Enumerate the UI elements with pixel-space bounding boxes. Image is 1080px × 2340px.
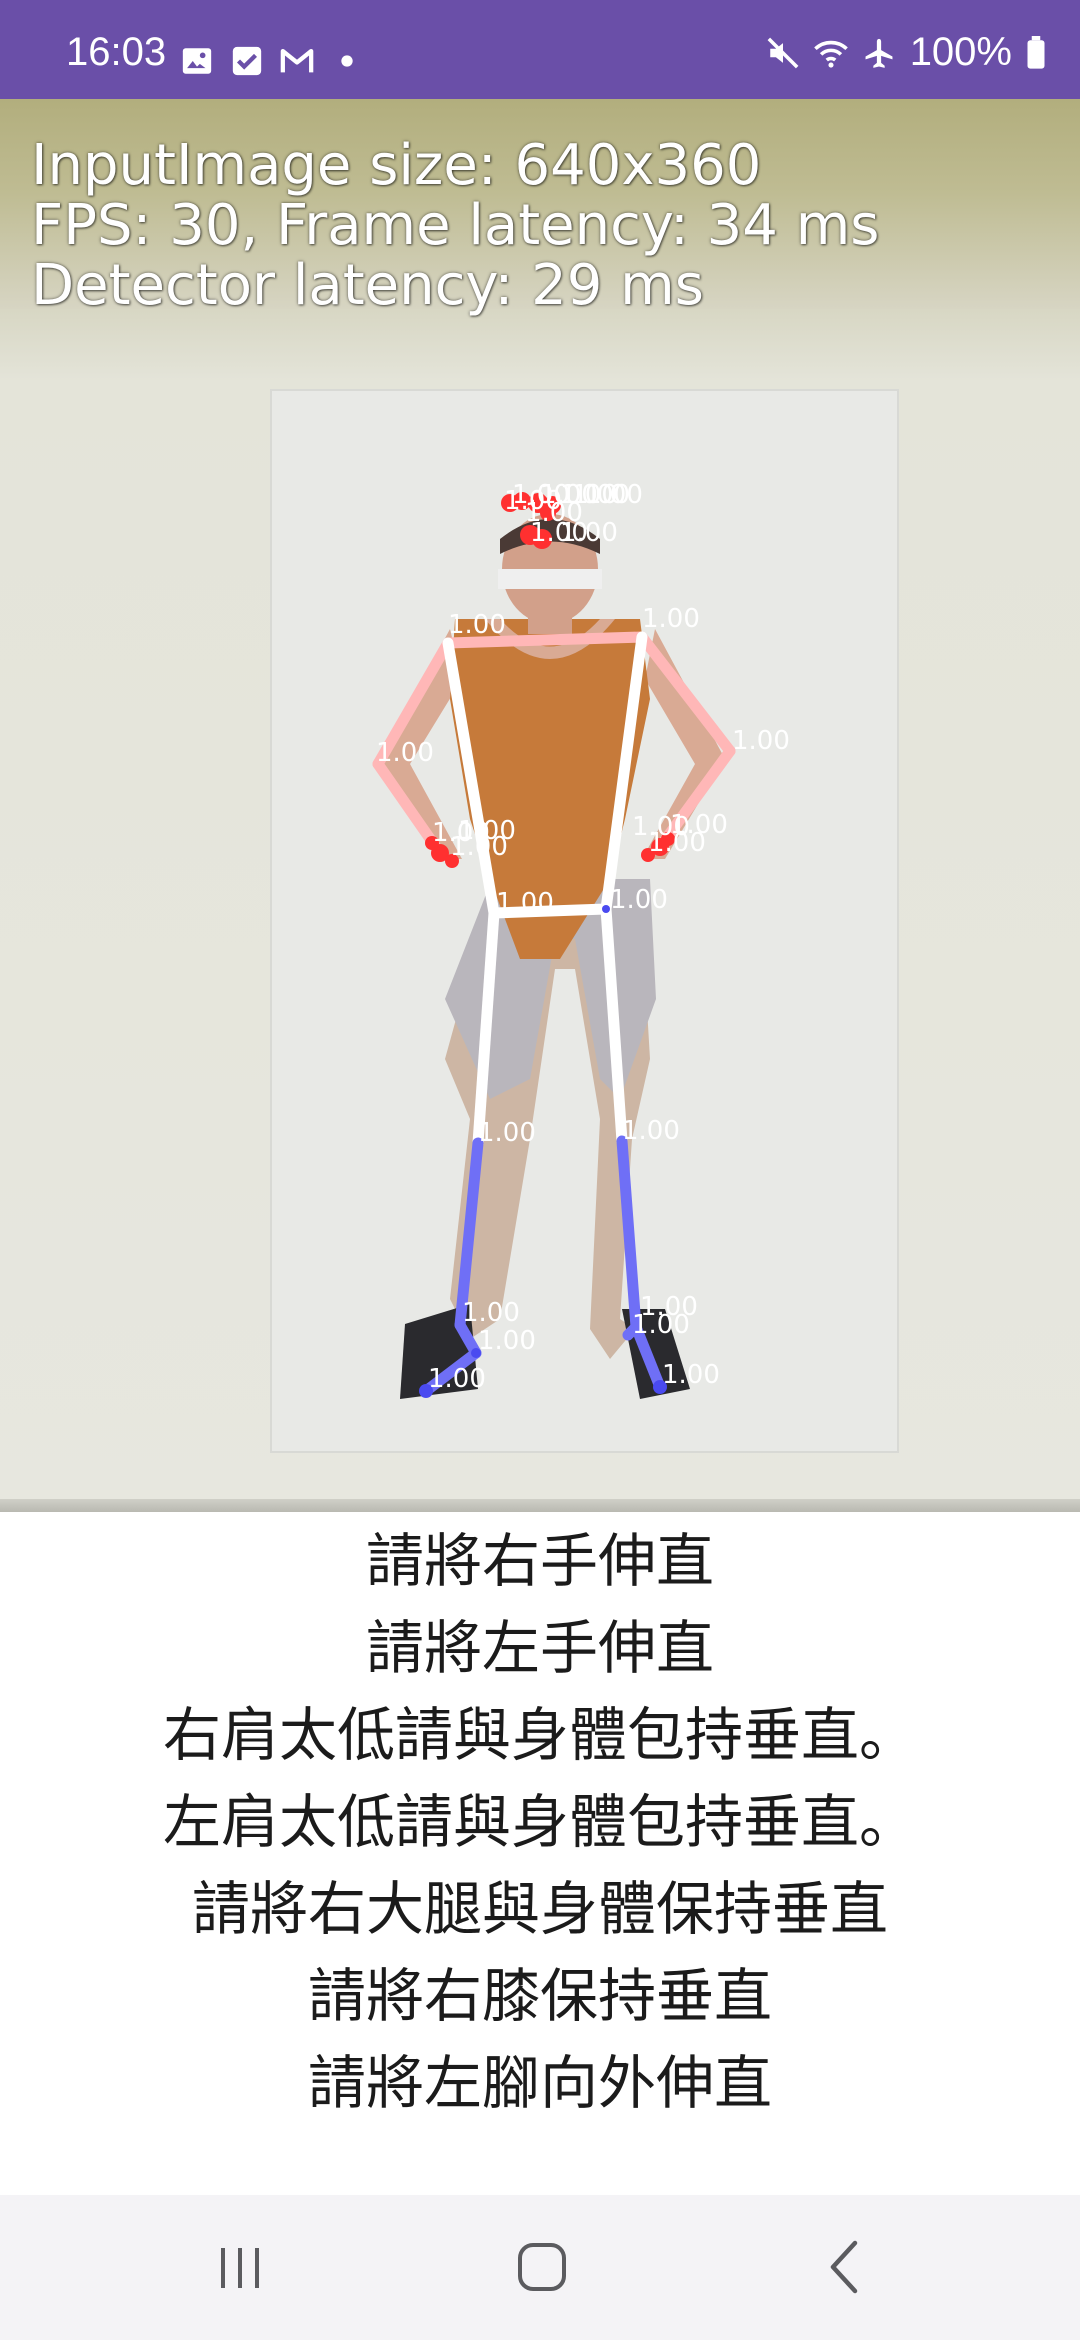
input-size-text: InputImage size: 640x360 (31, 133, 762, 198)
score-right-hip: 1.00 (496, 888, 554, 918)
score-left-hip: 1.00 (610, 885, 668, 915)
dot-icon (330, 44, 364, 78)
status-time: 16:03 (66, 30, 167, 74)
score-left-knee: 1.00 (622, 1116, 680, 1146)
home-icon (518, 2243, 566, 2291)
camera-preview: 1.00 1.00 1.00 1.00 1.00 1.00 1.00 1.00 … (0, 99, 1080, 1512)
gmail-icon (280, 44, 314, 78)
score-right-knee: 1.00 (478, 1118, 536, 1148)
score-left-ear: 1.00 (585, 480, 643, 510)
fps-text: FPS: 30, Frame latency: 34 ms (31, 193, 880, 258)
notification-icons (180, 44, 364, 78)
score-right-ankle: 1.00 (462, 1298, 520, 1328)
recent-apps-button[interactable] (195, 2231, 285, 2303)
person-photo (380, 514, 725, 1399)
score-left-elbow: 1.00 (732, 726, 790, 756)
score-left-wrist-c: 1.00 (648, 828, 706, 858)
home-button[interactable] (497, 2231, 587, 2303)
feedback-line: 左肩太低請與身體包持垂直。 (162, 1788, 917, 1856)
checkbox-icon (230, 44, 264, 78)
back-icon (830, 2240, 858, 2294)
navigation-bar (0, 2195, 1080, 2340)
airplane-icon (862, 36, 896, 70)
detector-latency-text: Detector latency: 29 ms (31, 253, 704, 318)
recent-apps-icon (221, 2248, 259, 2288)
wifi-icon (813, 36, 848, 70)
battery-percent: 100% (909, 30, 1012, 74)
status-bar: 16:03 100% (0, 0, 1080, 99)
score-left-shoulder: 1.00 (642, 604, 700, 634)
image-icon (180, 44, 214, 78)
score-left-foot: 1.00 (662, 1360, 720, 1390)
score-right-heel: 1.00 (478, 1326, 536, 1356)
back-button[interactable] (800, 2231, 890, 2303)
battery-icon (1026, 35, 1046, 70)
score-right-shoulder: 1.00 (448, 610, 506, 640)
mute-icon (766, 36, 800, 70)
score-right-wrist-c: 1.00 (450, 832, 508, 862)
score-left-heel: 1.00 (632, 1310, 690, 1340)
score-right-elbow: 1.00 (376, 738, 434, 768)
feedback-line: 請將右大腿與身體保持垂直 (191, 1875, 888, 1943)
feedback-panel: 請將右手伸直 請將左手伸直 右肩太低請與身體包持垂直。 左肩太低請與身體包持垂直… (0, 1512, 1080, 2195)
feedback-line: 請將左腳向外伸直 (307, 2049, 772, 2117)
feedback-line: 請將右膝保持垂直 (307, 1962, 772, 2030)
camera-edge (0, 1499, 1080, 1512)
score-right-foot: 1.00 (428, 1364, 486, 1394)
feedback-line: 請將右手伸直 (365, 1527, 714, 1595)
score-mouth-right: 1.00 (560, 518, 618, 548)
feedback-line: 請將左手伸直 (365, 1614, 714, 1682)
status-right: 100% (766, 30, 1046, 75)
feedback-line: 右肩太低請與身體包持垂直。 (162, 1701, 917, 1769)
